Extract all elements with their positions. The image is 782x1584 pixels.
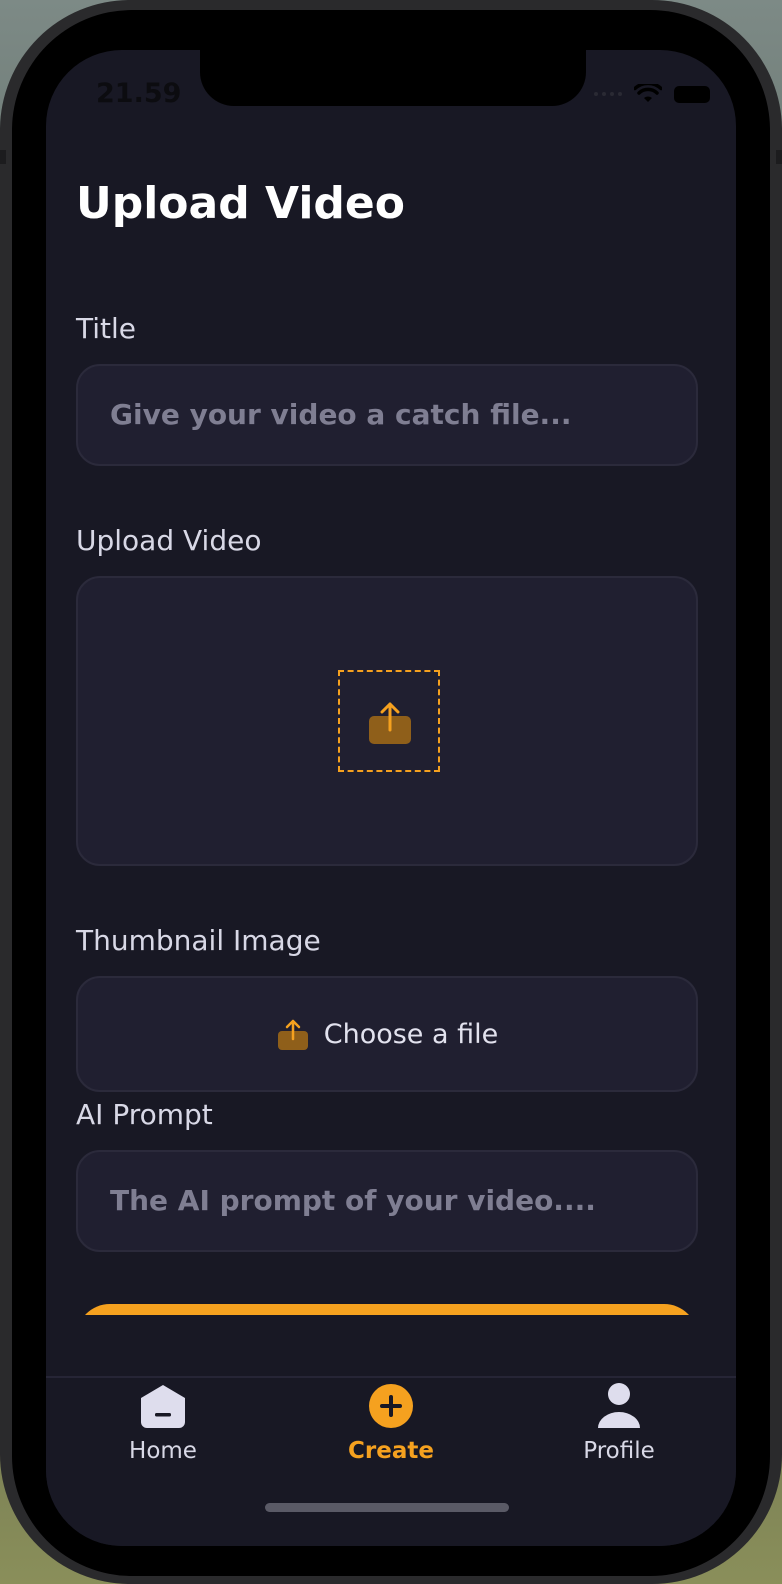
plus-circle-icon bbox=[369, 1384, 413, 1428]
title-label: Title bbox=[76, 312, 137, 345]
app-screen: 21.59 Upload Video Title Give your video… bbox=[46, 50, 736, 1546]
page-title: Upload Video bbox=[76, 178, 405, 229]
thumbnail-upload-field[interactable]: Choose a file bbox=[76, 976, 698, 1092]
status-time: 21.59 bbox=[96, 78, 182, 109]
tab-home[interactable]: Home bbox=[48, 1382, 278, 1464]
device-side-button bbox=[776, 150, 782, 164]
wifi-icon bbox=[634, 84, 662, 102]
home-icon bbox=[141, 1385, 185, 1428]
user-icon bbox=[598, 1383, 640, 1428]
tab-create-label: Create bbox=[348, 1438, 434, 1464]
tab-create[interactable]: Create bbox=[276, 1382, 506, 1464]
choose-file-button[interactable]: Choose a file bbox=[78, 978, 696, 1090]
notch bbox=[200, 50, 586, 106]
ai-prompt-input[interactable]: The AI prompt of your video.... bbox=[76, 1150, 698, 1252]
video-upload-button[interactable] bbox=[338, 670, 440, 772]
upload-icon bbox=[277, 1019, 308, 1050]
ai-prompt-placeholder: The AI prompt of your video.... bbox=[110, 1184, 596, 1217]
title-placeholder: Give your video a catch file... bbox=[110, 398, 572, 431]
tab-profile[interactable]: Profile bbox=[504, 1382, 734, 1464]
ai-prompt-label: AI Prompt bbox=[76, 1098, 213, 1131]
device-side-button bbox=[0, 150, 6, 164]
bottom-tab-bar: Home Create Profile bbox=[46, 1376, 736, 1546]
upload-video-label: Upload Video bbox=[76, 524, 262, 557]
tab-home-label: Home bbox=[129, 1438, 197, 1464]
signal-icon bbox=[594, 92, 622, 96]
battery-icon bbox=[674, 85, 710, 103]
upload-icon bbox=[369, 702, 411, 744]
tab-profile-label: Profile bbox=[583, 1438, 655, 1464]
choose-file-label: Choose a file bbox=[323, 1018, 499, 1050]
title-input[interactable]: Give your video a catch file... bbox=[76, 364, 698, 466]
thumbnail-label: Thumbnail Image bbox=[76, 924, 321, 957]
status-indicators bbox=[594, 84, 710, 104]
home-indicator[interactable] bbox=[265, 1503, 509, 1512]
scroll-mask bbox=[46, 1315, 736, 1385]
